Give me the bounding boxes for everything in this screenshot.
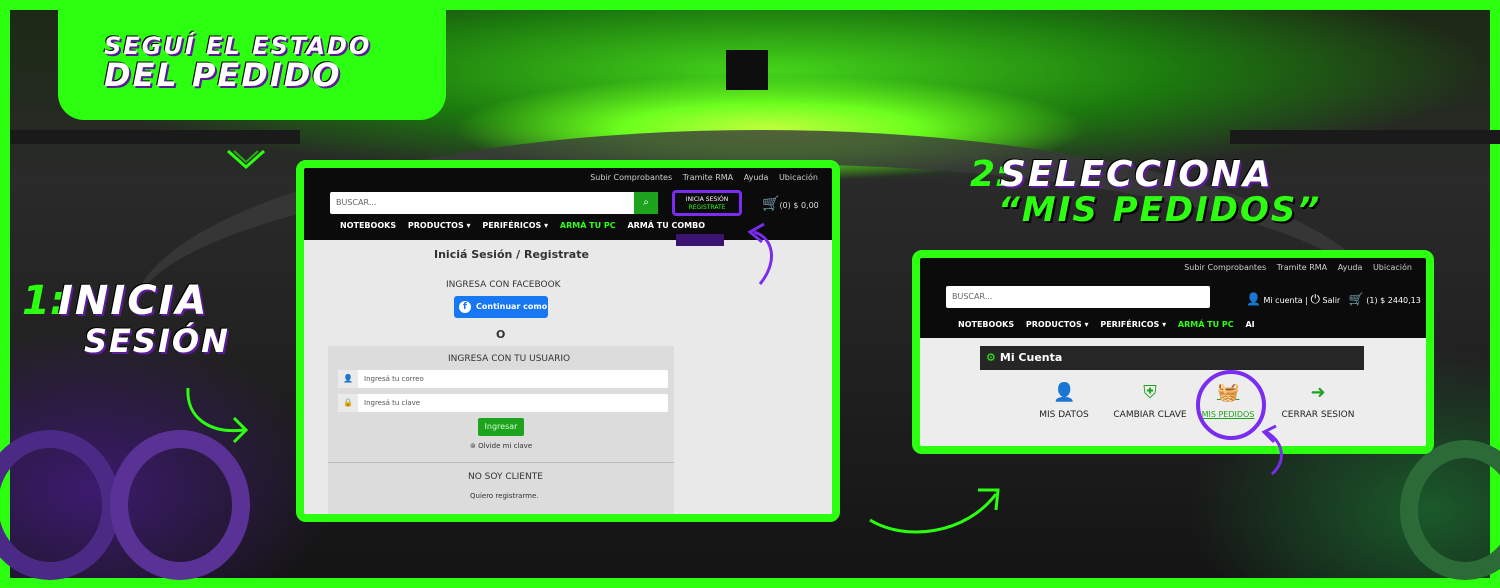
shield-icon: ⛨ xyxy=(1143,382,1157,403)
password-placeholder: Ingresá tu clave xyxy=(364,399,421,407)
nav-item-arma-tu-pc[interactable]: ARMÁ TU PC xyxy=(560,221,616,230)
top-link[interactable]: Ayuda xyxy=(744,173,769,182)
user-heading: INGRESA CON TU USUARIO xyxy=(448,354,571,364)
register-link[interactable]: Quiero registrarme. xyxy=(470,492,539,500)
nav-item-overflow[interactable]: AI xyxy=(1245,320,1254,329)
main-nav: NOTEBOOKS PRODUCTOS ▾ PERIFÉRICOS ▾ ARMÁ… xyxy=(958,320,1264,329)
logout-link[interactable]: Salir xyxy=(1323,296,1341,305)
step2-line-1: SELECCIONA xyxy=(1000,154,1273,195)
top-link[interactable]: Ayuda xyxy=(1338,263,1363,272)
search-input[interactable]: BUSCAR... xyxy=(946,286,1210,308)
top-link[interactable]: Ubicación xyxy=(779,173,818,182)
email-placeholder: Ingresá tu correo xyxy=(364,375,424,383)
nav-item-perifericos[interactable]: PERIFÉRICOS ▾ xyxy=(1100,320,1166,329)
nav-item-notebooks[interactable]: NOTEBOOKS xyxy=(340,221,396,230)
forgot-password-label: Olvide mi clave xyxy=(478,442,533,450)
nav-item-notebooks[interactable]: NOTEBOOKS xyxy=(958,320,1014,329)
highlight-circle xyxy=(1196,370,1266,440)
login-submit-button[interactable]: Ingresar xyxy=(478,418,524,436)
gears-icon: ⚙ xyxy=(986,351,996,364)
option-label: CAMBIAR CLAVE xyxy=(1113,410,1187,420)
login-screenshot: Subir Comprobantes Tramite RMA Ayuda Ubi… xyxy=(296,160,840,522)
top-links: Subir Comprobantes Tramite RMA Ayuda Ubi… xyxy=(1176,263,1412,272)
step1-line-1: INICIA xyxy=(58,278,209,324)
nav-item-arma-tu-combo[interactable]: ARMÁ TU COMBO xyxy=(627,221,705,230)
power-icon: ⏻ xyxy=(1310,292,1320,306)
cart-total: (0) $ 0,00 xyxy=(779,201,819,210)
forgot-password-link[interactable]: ⊚ Olvide mi clave xyxy=(470,442,532,450)
chevron-down-icon xyxy=(224,145,268,175)
page-title: Iniciá Sesión / Registrate xyxy=(434,248,589,261)
cart-icon: 🛒 xyxy=(1348,292,1364,306)
user-icon: 👤 xyxy=(338,370,358,388)
account-actions: 👤 Mi cuenta | ⏻ Salir 🛒 (1) $ 2440,13 xyxy=(1246,292,1421,306)
step2-line-2: “MIS PEDIDOS” xyxy=(998,190,1322,230)
dropdown-tab xyxy=(676,234,724,246)
main-nav: NOTEBOOKS PRODUCTOS ▾ PERIFÉRICOS ▾ ARMÁ… xyxy=(340,221,714,230)
top-link[interactable]: Tramite RMA xyxy=(1277,263,1327,272)
section-title-label: Mi Cuenta xyxy=(999,351,1063,364)
purple-fan xyxy=(0,430,120,580)
password-field[interactable]: 🔒 Ingresá tu clave xyxy=(338,394,668,412)
sign-out-icon: ➜ xyxy=(1310,382,1326,403)
vent-slot xyxy=(726,50,768,90)
or-separator: O xyxy=(496,328,506,341)
search-button[interactable]: ⌕ xyxy=(634,192,658,214)
facebook-heading: INGRESA CON FACEBOOK xyxy=(446,280,561,290)
nav-item-arma-tu-pc[interactable]: ARMÁ TU PC xyxy=(1178,320,1234,329)
divider xyxy=(328,462,674,463)
user-icon: 👤 xyxy=(1246,292,1261,306)
curved-arrow-icon xyxy=(744,222,784,296)
login-register-button[interactable]: INICIA SESIÓN REGISTRATE xyxy=(672,190,742,216)
login-label: INICIA SESIÓN xyxy=(685,196,729,203)
store-header: Subir Comprobantes Tramite RMA Ayuda Ubi… xyxy=(920,258,1426,338)
nav-item-productos[interactable]: PRODUCTOS ▾ xyxy=(1026,320,1089,329)
facebook-button-label: Continuar como xyxy=(476,302,548,311)
curved-arrow-icon xyxy=(180,384,260,458)
cart-button[interactable]: 🛒(0) $ 0,00 xyxy=(762,196,819,212)
option-label: CERRAR SESION xyxy=(1281,410,1355,420)
nav-item-productos[interactable]: PRODUCTOS ▾ xyxy=(408,221,471,230)
my-account-link[interactable]: Mi cuenta xyxy=(1264,296,1303,305)
top-link[interactable]: Ubicación xyxy=(1373,263,1412,272)
help-icon: ⊚ xyxy=(470,442,479,450)
cart-icon: 🛒 xyxy=(762,196,780,212)
lock-icon: 🔒 xyxy=(338,394,358,412)
top-link[interactable]: Subir Comprobantes xyxy=(1184,263,1266,272)
title-line-2: DEL PEDIDO xyxy=(104,56,342,94)
option-mis-datos[interactable]: 👤 MIS DATOS xyxy=(1014,382,1114,420)
user-icon: 👤 xyxy=(1053,382,1076,403)
option-cerrar-sesion[interactable]: ➜ CERRAR SESION xyxy=(1268,382,1368,420)
green-fan xyxy=(1400,440,1500,580)
nav-item-perifericos[interactable]: PERIFÉRICOS ▾ xyxy=(482,221,548,230)
vent-slot xyxy=(1230,130,1500,144)
top-link[interactable]: Tramite RMA xyxy=(683,173,733,182)
vent-slot xyxy=(10,130,300,144)
email-field[interactable]: 👤 Ingresá tu correo xyxy=(338,370,668,388)
top-links: Subir Comprobantes Tramite RMA Ayuda Ubi… xyxy=(582,173,818,182)
facebook-login-button[interactable]: f Continuar como xyxy=(454,296,548,318)
search-icon: ⌕ xyxy=(643,197,649,208)
user-login-panel: INGRESA CON TU USUARIO 👤 Ingresá tu corre… xyxy=(328,346,674,514)
register-label: REGISTRATE xyxy=(688,204,726,211)
account-section-title: ⚙ Mi Cuenta xyxy=(980,346,1364,370)
cart-total[interactable]: (1) $ 2440,13 xyxy=(1366,296,1421,305)
account-screenshot: Subir Comprobantes Tramite RMA Ayuda Ubi… xyxy=(912,250,1434,454)
not-client-heading: NO SOY CLIENTE xyxy=(468,472,543,482)
curved-arrow-icon xyxy=(866,480,1016,544)
option-label: MIS DATOS xyxy=(1039,410,1089,420)
search-input[interactable]: BUSCAR... xyxy=(330,192,636,214)
top-link[interactable]: Subir Comprobantes xyxy=(590,173,672,182)
curved-arrow-icon xyxy=(1261,424,1302,488)
step1-line-2: SESIÓN xyxy=(84,322,230,360)
facebook-icon: f xyxy=(459,301,471,313)
